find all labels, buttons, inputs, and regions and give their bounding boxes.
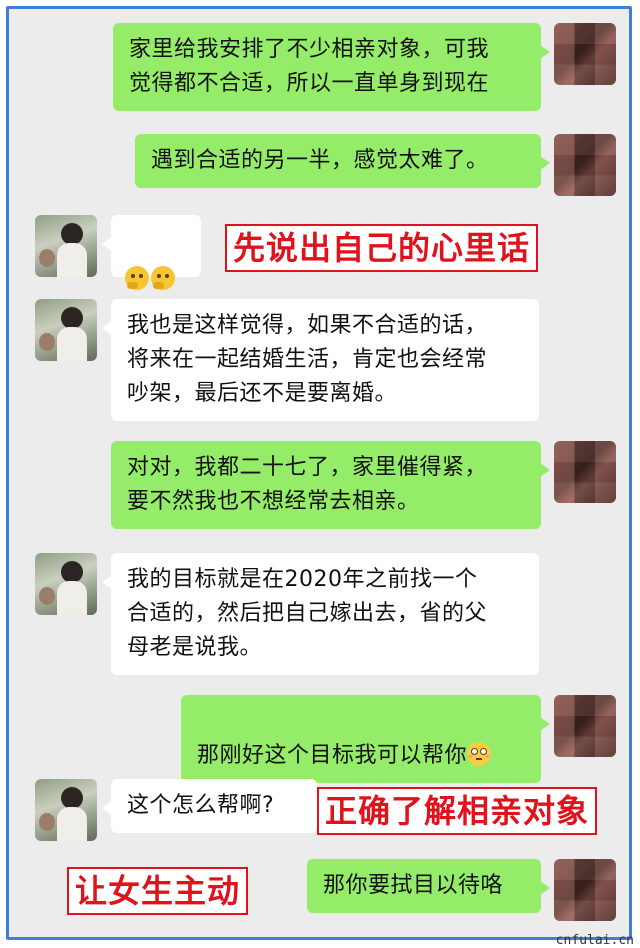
chat-bubble-received: 我的目标就是在2020年之前找一个 合适的，然后把自己嫁出去，省的父 母老是说我… xyxy=(102,553,539,675)
chat-bubble-sent: 对对，我都二十七了，家里催得紧， 要不然我也不想经常去相亲。 xyxy=(111,441,550,529)
thinking-face-icon xyxy=(151,266,175,290)
thinking-face-icon xyxy=(125,266,149,290)
chat-bubble-received: 这个怎么帮啊? xyxy=(102,779,317,833)
chat-screenshot: 家里给我安排了不少相亲对象，可我 觉得都不合适，所以一直单身到现在 遇到合适的另… xyxy=(6,6,632,940)
my-avatar[interactable] xyxy=(554,859,616,921)
flushed-face-icon xyxy=(467,742,492,766)
contact-avatar[interactable] xyxy=(35,553,97,615)
my-avatar[interactable] xyxy=(554,441,616,503)
contact-avatar[interactable] xyxy=(35,215,97,277)
callout-label: 让女生主动 xyxy=(67,867,249,915)
my-avatar[interactable] xyxy=(554,23,616,85)
chat-bubble-sent: 家里给我安排了不少相亲对象，可我 觉得都不合适，所以一直单身到现在 xyxy=(113,23,550,111)
my-avatar[interactable] xyxy=(554,134,616,196)
contact-avatar[interactable] xyxy=(35,299,97,361)
chat-bubble-sent: 那你要拭目以待咯 xyxy=(307,859,550,913)
chat-bubble-received: 我也是这样觉得，如果不合适的话， 将来在一起结婚生活，肯定也会经常 吵架，最后还… xyxy=(102,299,539,421)
chat-bubble-sent: 那刚好这个目标我可以帮你 xyxy=(181,695,550,783)
chat-bubble-sent: 遇到合适的另一半，感觉太难了。 xyxy=(135,134,550,188)
callout-label: 正确了解相亲对象 xyxy=(317,787,598,835)
watermark: cnfulai.cn xyxy=(555,933,634,948)
callout-label: 先说出自己的心里话 xyxy=(225,224,539,272)
chat-bubble-received xyxy=(102,215,201,290)
contact-avatar[interactable] xyxy=(35,779,97,841)
my-avatar[interactable] xyxy=(554,695,616,757)
message-text: 那刚好这个目标我可以帮你 xyxy=(197,743,468,768)
